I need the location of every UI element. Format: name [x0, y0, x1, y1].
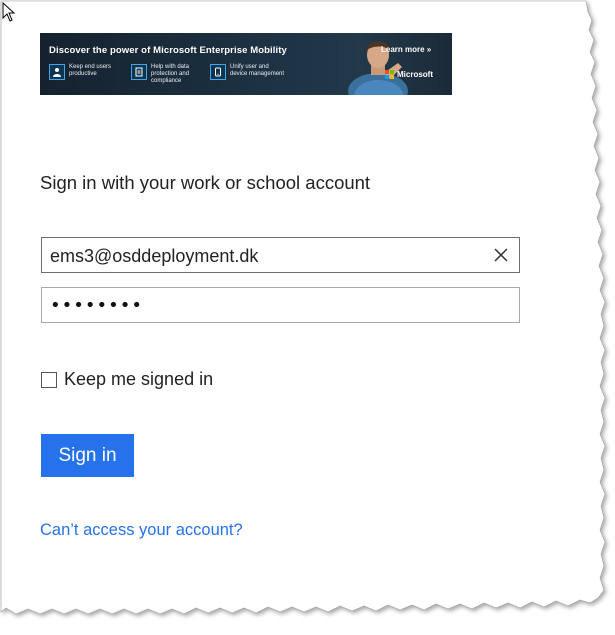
device-icon [210, 64, 226, 80]
cant-access-account-link[interactable]: Can’t access your account? [40, 521, 243, 540]
promo-banner[interactable]: Discover the power of Microsoft Enterpri… [40, 33, 452, 95]
learn-more-link[interactable]: Learn more » [381, 45, 431, 54]
microsoft-logo: Microsoft [385, 70, 433, 79]
password-field[interactable]: •••••••• [41, 287, 520, 323]
sign-in-button[interactable]: Sign in [41, 434, 134, 477]
password-masked-value: •••••••• [50, 295, 143, 316]
banner-feature-text: Unify user and device management [230, 64, 285, 77]
microsoft-brand-text: Microsoft [397, 70, 433, 79]
banner-title: Discover the power of Microsoft Enterpri… [49, 45, 287, 56]
keep-signed-in-checkbox[interactable] [41, 371, 57, 388]
banner-feature-data-protection: Help with data protection and compliance [131, 64, 207, 85]
page-heading: Sign in with your work or school account [40, 172, 371, 193]
keep-signed-in-option[interactable]: Keep me signed in [41, 369, 213, 390]
microsoft-logo-icon [385, 70, 394, 79]
banner-feature-users: Keep end users productive [49, 64, 125, 80]
document-icon [131, 64, 147, 80]
screenshot-frame: Discover the power of Microsoft Enterpri… [0, 0, 615, 635]
banner-person-image [348, 41, 408, 95]
banner-feature-device-management: Unify user and device management [210, 64, 296, 80]
user-icon [49, 64, 65, 80]
email-field[interactable]: ems3@osddeployment.dk [41, 237, 520, 273]
banner-feature-text: Help with data protection and compliance [151, 64, 190, 84]
keep-signed-in-label[interactable]: Keep me signed in [64, 369, 213, 390]
mouse-pointer-icon [2, 2, 16, 22]
close-icon[interactable] [493, 247, 509, 263]
banner-feature-text: Keep end users productive [69, 64, 112, 77]
email-value: ems3@osddeployment.dk [50, 246, 259, 266]
